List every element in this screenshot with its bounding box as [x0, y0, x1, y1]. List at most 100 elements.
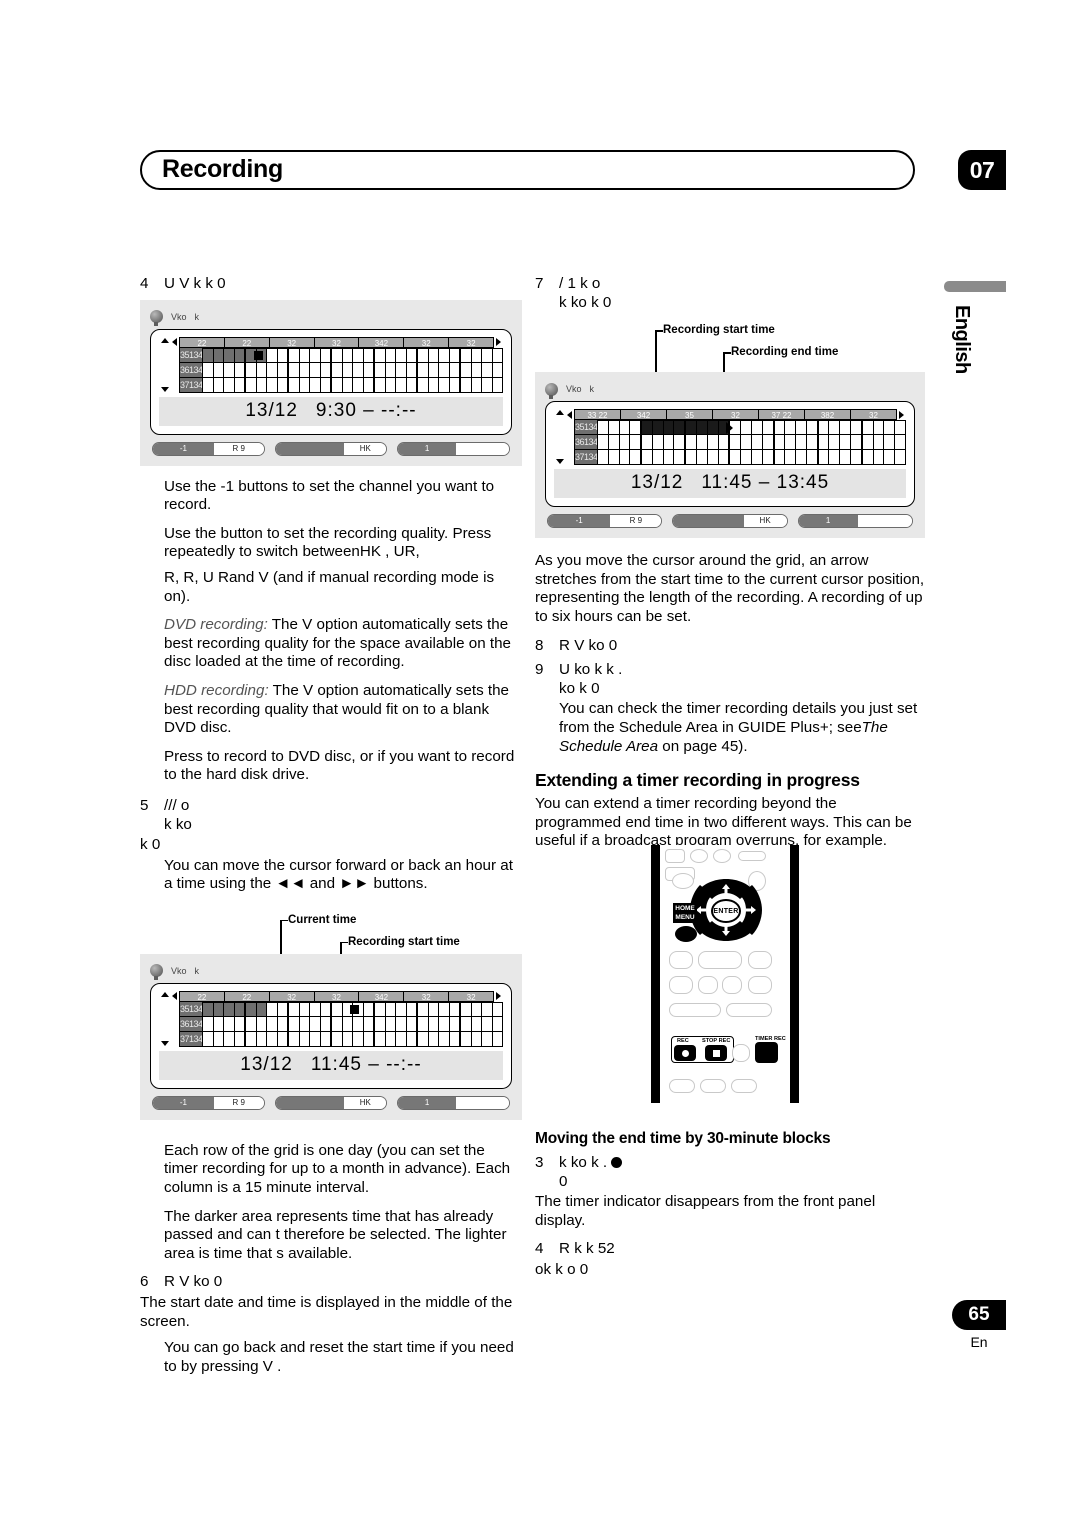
osd-soft-button[interactable]: -1 R 9 [152, 441, 265, 456]
remote-stop-rec-button[interactable] [705, 1045, 727, 1061]
grid-cells[interactable] [202, 1001, 503, 1047]
grid-time-header: 32 [404, 336, 450, 348]
grid-row-label: 36134 [179, 1016, 203, 1032]
grid-row-labels: 35134 36134 37134 [170, 347, 203, 393]
remote-button-top-1[interactable] [665, 849, 685, 863]
osd-button-dark-label: -1 [153, 442, 214, 455]
remote-button-wide-1[interactable] [669, 1003, 721, 1017]
grid-vertical-nav[interactable] [554, 409, 565, 465]
osd-titlebar: Vko k [150, 308, 512, 327]
right-column: 7 / 1 k o k ko k 0 Recording start time … [535, 275, 925, 861]
osd-soft-button[interactable]: HK [274, 441, 388, 456]
grid-time-headers: 33 22 342 35 32 37 22 382 32 [574, 409, 897, 421]
remote-button-top-2[interactable] [690, 849, 708, 863]
osd-time-separator: – [363, 399, 375, 421]
osd-end-time: --:-- [386, 1053, 422, 1075]
grid-header-row: 22 22 32 32 342 32 32 [170, 990, 503, 1002]
osd-panel: 33 22 342 35 32 37 22 382 32 35134 36134… [545, 401, 915, 508]
page-title: Recording [162, 154, 283, 183]
grid-time-header: 32 [269, 336, 315, 348]
remote-button-mid-1[interactable] [669, 951, 693, 969]
osd-panel: 22 22 32 32 342 32 32 35134 36134 37134 … [150, 982, 512, 1089]
remote-button-top-4[interactable] [738, 851, 766, 861]
step-8-number: 8 [535, 636, 544, 654]
remote-home-menu-button[interactable] [675, 926, 697, 942]
grid-time-header: 342 [359, 336, 405, 348]
chevron-down-icon[interactable] [160, 1040, 169, 1046]
osd-soft-button[interactable]: 1 [397, 1095, 511, 1110]
grid-cursor[interactable] [253, 347, 267, 363]
callout-start-time: Recording start time [663, 324, 775, 337]
remote-button-bottom-3[interactable] [731, 1079, 757, 1093]
step-4: 4 U V k k 0 [140, 275, 522, 294]
osd-button-light-label: R 9 [610, 515, 662, 528]
grid-time-header: 37 22 [759, 409, 805, 421]
grid-cells[interactable] [202, 347, 503, 393]
callout-end-time: Recording end time [731, 346, 839, 359]
step-9-text-line1: U ko k k . [559, 661, 623, 679]
paragraph-dvd-recording: DVD recording: The V option automaticall… [164, 616, 522, 672]
osd-button-dark-label: -1 [153, 1096, 214, 1109]
scroll-right-icon[interactable] [897, 409, 906, 420]
timer-grid[interactable]: 33 22 342 35 32 37 22 382 32 35134 36134… [554, 409, 906, 466]
osd-soft-button[interactable]: HK [672, 514, 788, 529]
grid-time-header: 32 [269, 990, 315, 1002]
remote-button-bottom-2[interactable] [700, 1079, 726, 1093]
remote-button-mid-3[interactable] [748, 951, 772, 969]
remote-button-between[interactable] [732, 1044, 750, 1062]
remote-timer-rec-button[interactable] [755, 1042, 778, 1063]
scroll-left-icon[interactable] [170, 337, 179, 348]
remote-button-mid-6[interactable] [722, 976, 742, 994]
grid-row [202, 1001, 503, 1017]
grid-row [597, 450, 906, 466]
hdd-recording-label: HDD recording: [164, 681, 269, 699]
osd-soft-button[interactable]: 1 [797, 514, 913, 529]
osd-figure-3: Vko k 33 22 342 35 32 37 22 382 32 35134… [535, 372, 925, 539]
remote-rec-button[interactable] [674, 1045, 696, 1061]
osd-button-light-label [455, 1096, 510, 1109]
grid-cells[interactable] [597, 420, 906, 466]
step-9-text-line2: ko k 0 [559, 679, 600, 697]
osd-soft-button[interactable]: HK [274, 1095, 388, 1110]
remote-button-mid-7[interactable] [748, 976, 772, 994]
grid-time-header: 22 [224, 336, 270, 348]
grid-row-label: 37134 [179, 1031, 203, 1047]
remote-button-top-3[interactable] [713, 849, 731, 863]
osd-date: 13/12 [245, 399, 298, 421]
scroll-left-icon[interactable] [170, 991, 179, 1002]
timer-grid[interactable]: 22 22 32 32 342 32 32 35134 36134 37134 [159, 336, 503, 393]
grid-vertical-nav[interactable] [159, 337, 170, 393]
grid-time-header: 32 [449, 336, 495, 348]
remote-button-mid-5[interactable] [698, 976, 718, 994]
scroll-right-icon[interactable] [494, 337, 503, 348]
remote-button-bottom-1[interactable] [669, 1079, 695, 1093]
chevron-up-icon[interactable] [555, 410, 564, 416]
remote-button-mid-4[interactable] [669, 976, 693, 994]
remote-button-mid-2[interactable] [698, 951, 742, 969]
osd-soft-button[interactable]: 1 [397, 441, 511, 456]
osd-soft-button[interactable]: -1 R 9 [547, 514, 663, 529]
grid-vertical-nav[interactable] [159, 991, 170, 1047]
scroll-left-icon[interactable] [565, 409, 574, 420]
step-6-number: 6 [140, 1273, 149, 1291]
osd-start-time: 11:45 [310, 1053, 362, 1075]
chevron-down-icon[interactable] [555, 459, 564, 465]
grid-cursor[interactable] [350, 1001, 364, 1017]
timer-grid[interactable]: 22 22 32 32 342 32 32 35134 36134 37134 [159, 990, 503, 1047]
stop-square-icon [712, 1049, 720, 1057]
chevron-up-icon[interactable] [160, 337, 169, 343]
osd-soft-button[interactable]: -1 R 9 [152, 1095, 265, 1110]
step-3-text-line1: k ko k . [559, 1154, 608, 1171]
chevron-down-icon[interactable] [160, 386, 169, 392]
osd-button-dark-label: 1 [398, 442, 456, 455]
scroll-right-icon[interactable] [494, 991, 503, 1002]
remote-enter-button[interactable]: ENTER [711, 899, 741, 923]
paragraph-cursor-arrow: As you move the cursor around the grid, … [535, 552, 925, 625]
right-column-lower: Moving the end time by 30-minute blocks … [535, 1130, 925, 1280]
step-9-number: 9 [535, 661, 544, 679]
remote-right-edge [790, 845, 799, 1103]
chevron-up-icon[interactable] [160, 991, 169, 997]
osd-figure-2: Vko k 22 22 32 32 342 32 32 35134 36134 … [140, 953, 522, 1120]
remote-button-wide-2[interactable] [726, 1003, 772, 1017]
step-4b-number: 4 [535, 1240, 544, 1258]
